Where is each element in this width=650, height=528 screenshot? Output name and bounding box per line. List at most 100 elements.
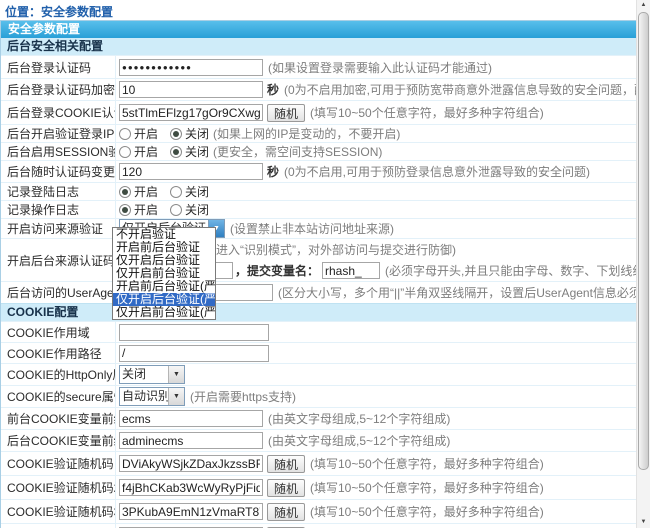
frontend-prefix-input[interactable] (119, 410, 263, 427)
dropdown-option[interactable]: 开启前后台验证 (113, 241, 215, 254)
radio-off[interactable] (170, 128, 182, 140)
field-hint: (由英文字母组成,5~12个字符组成) (268, 410, 450, 427)
row-authcode-expire: 后台登录认证码加密有效期 秒 (0为不启用加密,可用于预防宽带商意外泄露信息导致… (1, 78, 637, 100)
field-label: COOKIE验证随机码 (1, 452, 116, 475)
field-label: 记录操作日志 (1, 201, 116, 218)
field-hint: (更安全，需空间支持SESSION) (213, 143, 382, 160)
vertical-scrollbar[interactable]: ▲ ▼ (636, 0, 650, 528)
chevron-down-icon: ▼ (168, 388, 184, 405)
authcode-expire-input[interactable] (119, 81, 263, 98)
select-value: 自动识别 (120, 388, 168, 405)
random-code-1-input[interactable] (119, 455, 263, 472)
row-verify-login-ip: 后台开启验证登录IP 开启 关闭 (如果上网的IP是变动的，不要开启) (1, 124, 637, 142)
authcode-cycle-input[interactable] (119, 163, 263, 180)
radio-on-label: 开启 (134, 143, 158, 160)
section-cookie-config: COOKIE配置 (1, 303, 637, 321)
row-session-verify: 后台启用SESSION验证 开启 关闭 (更安全，需空间支持SESSION) (1, 142, 637, 160)
row-secure: COOKIE的secure属性 自动识别 ▼ (开启需要https支持) (1, 385, 637, 407)
cookie-domain-input[interactable] (119, 324, 269, 341)
field-label: COOKIE的HttpOnly属性 (1, 364, 116, 385)
source-verify-dropdown: 不开启验证 开启前后台验证 仅开启后台验证 仅开启前台验证 开启前后台验证(严格… (112, 227, 216, 320)
scroll-down-icon[interactable]: ▼ (637, 517, 650, 528)
field-hint: (0为不启用加密,可用于预防宽带商意外泄露信息导致的安全问题，配合开启验证码效果… (284, 81, 637, 98)
dropdown-option[interactable]: 不开启验证 (113, 228, 215, 241)
radio-on[interactable] (119, 128, 131, 140)
cookie-path-input[interactable] (119, 345, 269, 362)
unit-label: 秒 (267, 81, 279, 98)
scroll-up-icon[interactable]: ▲ (637, 0, 650, 11)
field-hint: (如果上网的IP是变动的，不要开启) (213, 125, 400, 142)
radio-on[interactable] (119, 146, 131, 158)
field-label: COOKIE验证随机码3 (1, 500, 116, 523)
row-frontend-prefix: 前台COOKIE变量前缀 (由英文字母组成,5~12个字符组成) (1, 407, 637, 429)
secure-select[interactable]: 自动识别 ▼ (119, 387, 185, 406)
field-hint: (设置禁止非本站访问地址来源) (230, 220, 394, 237)
field-label: COOKIE作用路径 (1, 343, 116, 363)
section-backend-security: 后台安全相关配置 (1, 38, 637, 55)
radio-on-label: 开启 (134, 125, 158, 142)
field-hint: (开启需要https支持) (190, 388, 296, 405)
dropdown-option[interactable]: 仅开启前台验证 (113, 267, 215, 280)
row-log-login: 记录登陆日志 开启 关闭 (1, 182, 637, 200)
submit-var-input[interactable] (322, 262, 380, 279)
radio-on[interactable] (119, 204, 131, 216)
field-hint: (开启后进入“识别模式”，对外部访问与提交进行防御) (176, 241, 456, 258)
row-authcode-cycle: 后台随时认证码变更周期 秒 (0为不启用,可用于预防登录信息意外泄露导致的安全问… (1, 160, 637, 182)
row-login-authcode: 后台登录认证码 (如果设置登录需要输入此认证码才能通过) (1, 55, 637, 78)
field-label: COOKIE的secure属性 (1, 386, 116, 407)
dropdown-option-highlighted[interactable]: 仅开启后台验证(严格) (113, 293, 215, 306)
field-hint: (如果设置登录需要输入此认证码才能通过) (268, 59, 492, 76)
field-label: COOKIE验证随机码2 (1, 476, 116, 499)
field-label: 后台启用SESSION验证 (1, 143, 116, 160)
row-backend-source-authcode: 开启后台来源认证码 (开启后进入“识别模式”，对外部访问与提交进行防御) ，提交… (1, 238, 637, 281)
field-label: 前台COOKIE变量前缀 (1, 408, 116, 429)
row-useragent: 后台访问的UserAgent包含 (区分大小写，多个用“||”半角双竖线隔开，设… (1, 281, 637, 303)
radio-off-label: 关闭 (185, 183, 209, 200)
row-source-verify: 开启访问来源验证 仅开启后台验证 ▼ (设置禁止非本站访问地址来源) (1, 218, 637, 238)
field-label: 后台COOKIE变量前缀 (1, 430, 116, 451)
row-cookie-path: COOKIE作用路径 (1, 342, 637, 363)
row-cookie-authcode: 后台登录COOKIE认证码 随机 (填写10~50个任意字符，最好多种字符组合) (1, 100, 637, 124)
field-hint: (由英文字母组成,5~12个字符组成) (268, 432, 450, 449)
radio-off[interactable] (170, 186, 182, 198)
random-code-2-input[interactable] (119, 479, 263, 496)
login-authcode-input[interactable] (119, 59, 263, 76)
field-label: 开启访问来源验证 (1, 219, 116, 238)
field-label: 后台随时认证码变更周期 (1, 161, 116, 182)
panel-title: 安全参数配置 (1, 21, 637, 38)
breadcrumb[interactable]: 位置：安全参数配置 (5, 3, 113, 20)
radio-on[interactable] (119, 186, 131, 198)
radio-on-label: 开启 (134, 201, 158, 218)
random-button[interactable]: 随机 (267, 503, 305, 521)
field-hint: (填写10~50个任意字符，最好多种字符组合) (310, 479, 544, 496)
radio-off[interactable] (170, 146, 182, 158)
row-backend-prefix: 后台COOKIE变量前缀 (由英文字母组成,5~12个字符组成) (1, 429, 637, 451)
field-hint: (填写10~50个任意字符，最好多种字符组合) (310, 455, 544, 472)
row-random-code-4: COOKIE验证随机码4 随机 (填写10~50个任意字符，最好多种字符组合) (1, 523, 637, 528)
field-hint: (0为不启用,可用于预防登录信息意外泄露导致的安全问题) (284, 163, 590, 180)
scrollbar-thumb[interactable] (638, 12, 649, 470)
random-code-3-input[interactable] (119, 503, 263, 520)
row-random-code-3: COOKIE验证随机码3 随机 (填写10~50个任意字符，最好多种字符组合) (1, 499, 637, 523)
security-settings-page: 位置：安全参数配置 安全参数配置 后台安全相关配置 后台登录认证码 (如果设置登… (0, 0, 650, 528)
random-button[interactable]: 随机 (267, 455, 305, 473)
field-hint: (区分大小写，多个用“||”半角双竖线隔开，设置后UserAgent信息必须包含… (278, 284, 637, 301)
dropdown-option[interactable]: 开启前后台验证(严格) (113, 280, 215, 293)
field-label: 记录登陆日志 (1, 183, 116, 200)
row-cookie-domain: COOKIE作用域 (1, 321, 637, 342)
select-value: 关闭 (120, 366, 168, 383)
field-label: COOKIE验证随机码4 (1, 524, 116, 528)
settings-panel: 安全参数配置 后台安全相关配置 后台登录认证码 (如果设置登录需要输入此认证码才… (0, 20, 638, 528)
row-httponly: COOKIE的HttpOnly属性 关闭 ▼ (1, 363, 637, 385)
dropdown-option[interactable]: 仅开启后台验证 (113, 254, 215, 267)
radio-on-label: 开启 (134, 183, 158, 200)
field-hint: (填写10~50个任意字符，最好多种字符组合) (310, 104, 544, 121)
backend-prefix-input[interactable] (119, 432, 263, 449)
random-button[interactable]: 随机 (267, 104, 305, 122)
random-button[interactable]: 随机 (267, 479, 305, 497)
httponly-select[interactable]: 关闭 ▼ (119, 365, 185, 384)
cookie-authcode-input[interactable] (119, 104, 263, 121)
dropdown-option[interactable]: 仅开启前台验证(严格) (113, 306, 215, 319)
field-label: COOKIE作用域 (1, 322, 116, 342)
radio-off[interactable] (170, 204, 182, 216)
